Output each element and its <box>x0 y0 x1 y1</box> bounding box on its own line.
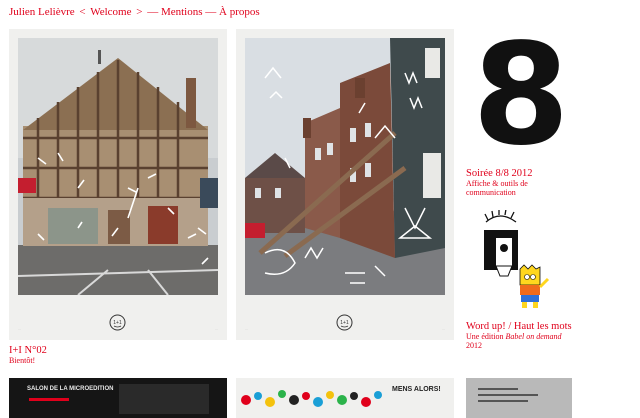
one-plus-one-logo: 1+1 <box>336 314 353 331</box>
project-title[interactable]: Soirée 8/8 2012 <box>466 168 533 179</box>
one-plus-one-logo: 1+1 <box>109 314 126 331</box>
nav-welcome-link[interactable]: Welcome <box>90 6 131 18</box>
thumb-salon-microedition[interactable]: SALON DE LA MICROEDITION <box>9 378 227 418</box>
project-thumb-wordup[interactable] <box>466 208 556 315</box>
logo-text: 1+1 <box>340 320 349 326</box>
subtitle-em: Babel on demand <box>505 332 562 341</box>
project-subtitle: Affiche & outils de <box>466 179 528 188</box>
thumb-text: MENS ALORS! <box>392 386 441 393</box>
nav-dash: — <box>147 6 159 18</box>
project-caption-wordup[interactable]: Word up! / Haut les mots Une édition Bab… <box>466 321 572 350</box>
project-subtitle: communication <box>466 188 516 197</box>
poster-house[interactable]: 1+1 … … <box>9 29 227 340</box>
site-name-link[interactable]: Julien Lelièvre <box>9 6 75 18</box>
thumb-text: SALON DE LA MICROEDITION <box>27 386 114 392</box>
project-subtitle: Bientôt! <box>9 356 36 365</box>
project-subtitle: 2012 <box>466 341 482 350</box>
nav-mentions-link[interactable]: Mentions <box>161 6 203 18</box>
thumb-letter[interactable] <box>466 378 572 418</box>
project-title[interactable]: Word up! / Haut les mots <box>466 321 572 332</box>
nav-lt: < <box>79 6 86 18</box>
project-title[interactable]: I+I N°02 <box>9 345 47 356</box>
nav-gt: > <box>136 6 143 18</box>
project-thumb-8[interactable]: 8 <box>466 14 576 177</box>
nav-apropos-link[interactable]: À propos <box>219 6 260 18</box>
project-caption-11[interactable]: I+I N°02 Bientôt! <box>9 345 47 365</box>
project-subtitle: Une édition Babel on demand <box>466 332 572 341</box>
top-nav: Julien Lelièvre < Welcome > — Mentions —… <box>9 6 260 18</box>
poster-footer-left: … <box>245 327 248 331</box>
project-caption-soiree[interactable]: Soirée 8/8 2012 Affiche & outils de comm… <box>466 168 533 197</box>
subtitle-text: Une édition <box>466 332 506 341</box>
poster-footer-right: … <box>215 327 218 331</box>
logo-text: 1+1 <box>113 320 122 326</box>
poster-footer-right: … <box>442 327 445 331</box>
poster-house-photo <box>18 38 218 295</box>
thumb-mens-alors[interactable]: MENS ALORS! <box>236 378 454 418</box>
nav-dash: — <box>205 6 217 18</box>
poster-footer-left: … <box>18 327 21 331</box>
poster-street[interactable]: 1+1 … … <box>236 29 454 340</box>
poster-street-photo <box>245 38 445 295</box>
big-number-8: 8 <box>472 30 569 160</box>
